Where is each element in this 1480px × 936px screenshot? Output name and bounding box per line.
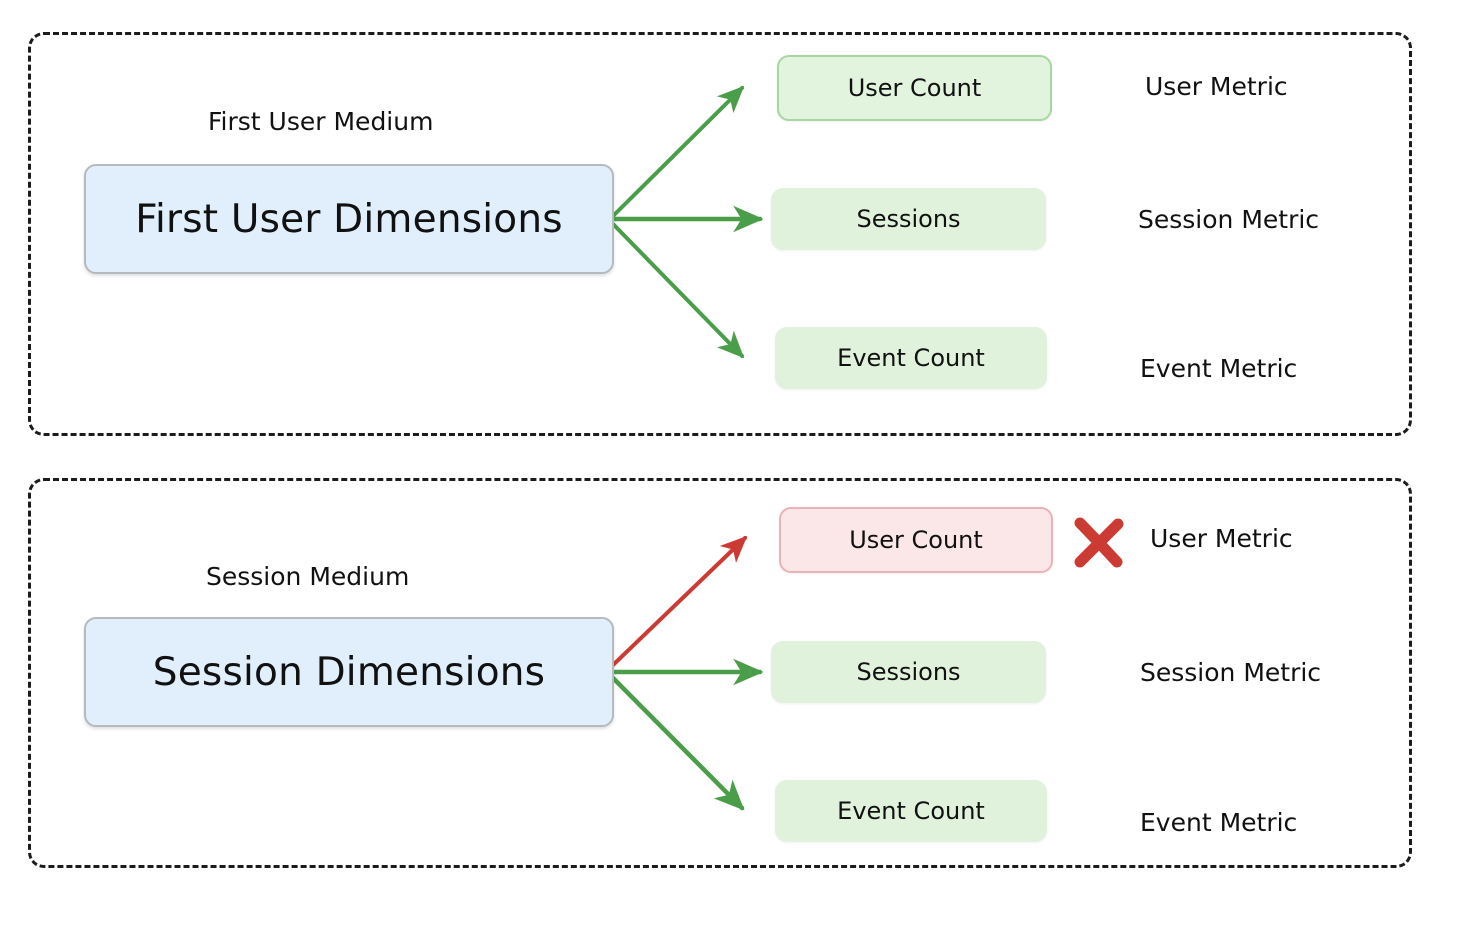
- metric-node-session-user-count-label: User Count: [849, 526, 983, 554]
- metric-node-session-user-count[interactable]: User Count: [779, 507, 1053, 573]
- dimension-node-first-user[interactable]: First User Dimensions: [84, 164, 614, 274]
- group-caption-session: Session Medium: [206, 562, 410, 591]
- metric-node-first-user-sessions[interactable]: Sessions: [771, 188, 1046, 250]
- metric-node-session-sessions-label: Sessions: [856, 658, 961, 686]
- dimension-node-session-label: Session Dimensions: [152, 649, 546, 695]
- metric-node-session-sessions[interactable]: Sessions: [771, 641, 1046, 703]
- group-caption-first-user: First User Medium: [208, 107, 434, 136]
- metric-node-first-user-sessions-label: Sessions: [856, 205, 961, 233]
- side-label-session-user-metric: User Metric: [1150, 524, 1293, 553]
- metric-node-session-event-count-label: Event Count: [837, 797, 985, 825]
- metric-node-first-user-user-count[interactable]: User Count: [777, 55, 1052, 121]
- side-label-session-session-metric: Session Metric: [1140, 658, 1322, 687]
- side-label-first-user-event-metric: Event Metric: [1140, 354, 1298, 383]
- dimension-node-first-user-label: First User Dimensions: [135, 196, 563, 242]
- invalid-x-icon: [1074, 517, 1124, 568]
- side-label-first-user-user-metric: User Metric: [1145, 72, 1288, 101]
- metric-node-first-user-event-count[interactable]: Event Count: [775, 327, 1047, 389]
- metric-node-first-user-user-count-label: User Count: [847, 74, 982, 102]
- side-label-first-user-session-metric: Session Metric: [1138, 205, 1320, 234]
- dimension-node-session[interactable]: Session Dimensions: [84, 617, 614, 727]
- diagram-canvas: First User Medium First User Dimensions …: [0, 0, 1480, 936]
- metric-node-first-user-event-count-label: Event Count: [837, 344, 985, 372]
- metric-node-session-event-count[interactable]: Event Count: [775, 780, 1047, 842]
- side-label-session-event-metric: Event Metric: [1140, 808, 1298, 837]
